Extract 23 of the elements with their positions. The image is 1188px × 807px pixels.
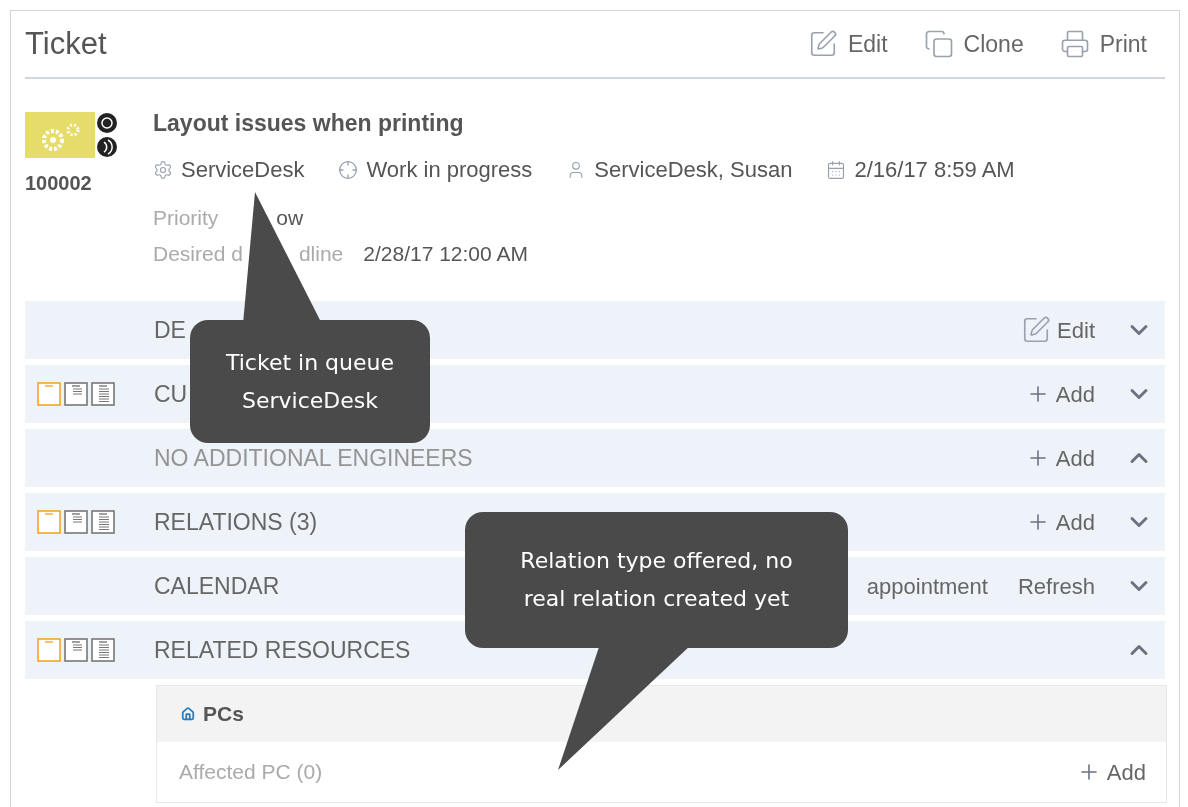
field-value: 2/28/17 12:00 AM [363, 241, 528, 268]
field-label: Desired d [153, 241, 243, 268]
resource-label: Affected PC (0) [179, 759, 323, 786]
field-label: Priority [153, 205, 219, 232]
ticket-number: 100002 [25, 171, 92, 196]
field-value: ow [276, 205, 304, 232]
section-title: NO ADDITIONAL ENGINEERS [154, 443, 473, 473]
ticket-meta: ServiceDesk [181, 156, 305, 184]
panel-title: PCs [203, 701, 244, 728]
ticket-meta: Work in progress [366, 156, 533, 184]
tooltip-text: Relation type offered, no [520, 547, 793, 575]
section-title: CALENDAR [154, 571, 280, 601]
section-title: DE [154, 315, 186, 345]
page-title: Ticket [25, 24, 107, 63]
section-title: RELATED RESOURCES [154, 635, 411, 665]
section-title: CU [154, 379, 188, 409]
tooltip-text: real relation created yet [523, 585, 790, 613]
section-title: RELATIONS (3) [154, 507, 318, 537]
tooltip-text: ServiceDesk [242, 386, 378, 415]
ticket-title: Layout issues when printing [153, 109, 465, 137]
ticket-meta: 2/16/17 8:59 AM [854, 156, 1015, 184]
ticket-meta: ServiceDesk, Susan [594, 156, 793, 184]
field-label: dline [298, 241, 344, 268]
